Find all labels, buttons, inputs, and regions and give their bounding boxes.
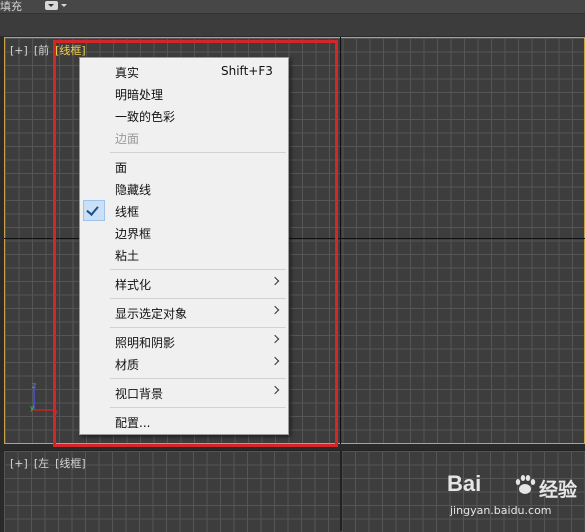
menu-separator [110,327,286,328]
chevron-right-icon [270,305,280,315]
toolbar-gap [0,14,585,36]
menu-separator [110,407,286,408]
menu-item-display-selected[interactable]: 显示选定对象 [80,302,288,323]
watermark-url: jingyan.baidu.com [450,504,552,517]
menu-item-label: 粘土 [115,249,140,263]
left-viewport-label: [+] [左 [线框] [10,455,86,471]
top-toolbar: 填充 [0,0,585,14]
viewport-plus-menu[interactable]: [+] [10,457,28,470]
world-axis-vertical [340,37,341,444]
axis-gizmo: z y x [30,381,58,416]
menu-item-wireframe[interactable]: 线框 [80,200,288,221]
menu-item-lighting-shadows[interactable]: 照明和阴影 [80,331,288,352]
menu-item-label: 边面 [115,132,140,146]
viewport-shading-menu[interactable]: [线框] [55,457,86,470]
shading-context-menu: 真实 Shift+F3 明暗处理 一致的色彩 边面 面 隐藏线 线框 边界框 粘… [79,57,289,435]
front-viewport-label: [+] [前 [线框] [10,42,86,58]
chevron-right-icon [270,385,280,395]
menu-item-label: 材质 [115,358,140,372]
menu-item-realistic[interactable]: 真实 Shift+F3 [80,61,288,82]
menu-item-viewport-background[interactable]: 视口背景 [80,382,288,403]
menu-item-label: 隐藏线 [115,183,152,197]
menu-item-label: 显示选定对象 [115,307,188,321]
menu-item-label: 视口背景 [115,387,164,401]
menu-item-shaded[interactable]: 明暗处理 [80,83,288,104]
gizmo-x-label: x [54,408,58,416]
menu-item-label: 样式化 [115,278,152,292]
menu-separator [110,298,286,299]
menu-item-label: 线框 [115,205,140,219]
menu-item-stylized[interactable]: 样式化 [80,273,288,294]
chevron-right-icon [270,334,280,344]
menu-item-label: 明暗处理 [115,88,164,102]
menu-item-edged-faces: 边面 [80,127,288,148]
menu-item-label: 照明和阴影 [115,336,176,350]
menu-item-facets[interactable]: 面 [80,156,288,177]
menu-item-label: 面 [115,161,128,175]
menu-item-consistent-colors[interactable]: 一致的色彩 [80,105,288,126]
menu-item-bounding-box[interactable]: 边界框 [80,222,288,243]
menu-item-clay[interactable]: 粘土 [80,244,288,265]
menu-separator [110,378,286,379]
viewport-view-menu[interactable]: [左 [34,457,49,470]
display-dropdown[interactable] [45,1,67,11]
viewport-view-menu[interactable]: [前 [34,44,49,57]
dropdown-icon [45,1,58,10]
menu-item-configure[interactable]: 配置... [80,411,288,432]
chevron-right-icon [270,356,280,366]
watermark-logo-text: Bai [447,471,482,496]
menu-item-shortcut: Shift+F3 [221,64,273,78]
baidu-watermark: Bai 经验 jingyan.baidu.com [447,471,585,531]
chevron-right-icon [270,276,280,286]
chevron-down-icon [61,4,67,7]
menu-item-label: 一致的色彩 [115,110,176,124]
viewport-shading-menu[interactable]: [线框] [55,44,86,57]
menu-separator [110,269,286,270]
gizmo-y-label: y [30,404,34,412]
paw-icon [515,475,536,494]
fill-label: 填充 [0,0,22,13]
menu-separator [110,152,286,153]
menu-item-label: 配置... [115,416,151,430]
gizmo-z-label: z [32,381,36,390]
viewport-plus-menu[interactable]: [+] [10,44,28,57]
watermark-suffix: 经验 [539,479,578,501]
menu-item-hidden-line[interactable]: 隐藏线 [80,178,288,199]
menu-item-materials[interactable]: 材质 [80,353,288,374]
viewport-divider [340,450,342,531]
menu-item-label: 边界框 [115,227,152,241]
menu-item-label: 真实 [115,66,140,80]
